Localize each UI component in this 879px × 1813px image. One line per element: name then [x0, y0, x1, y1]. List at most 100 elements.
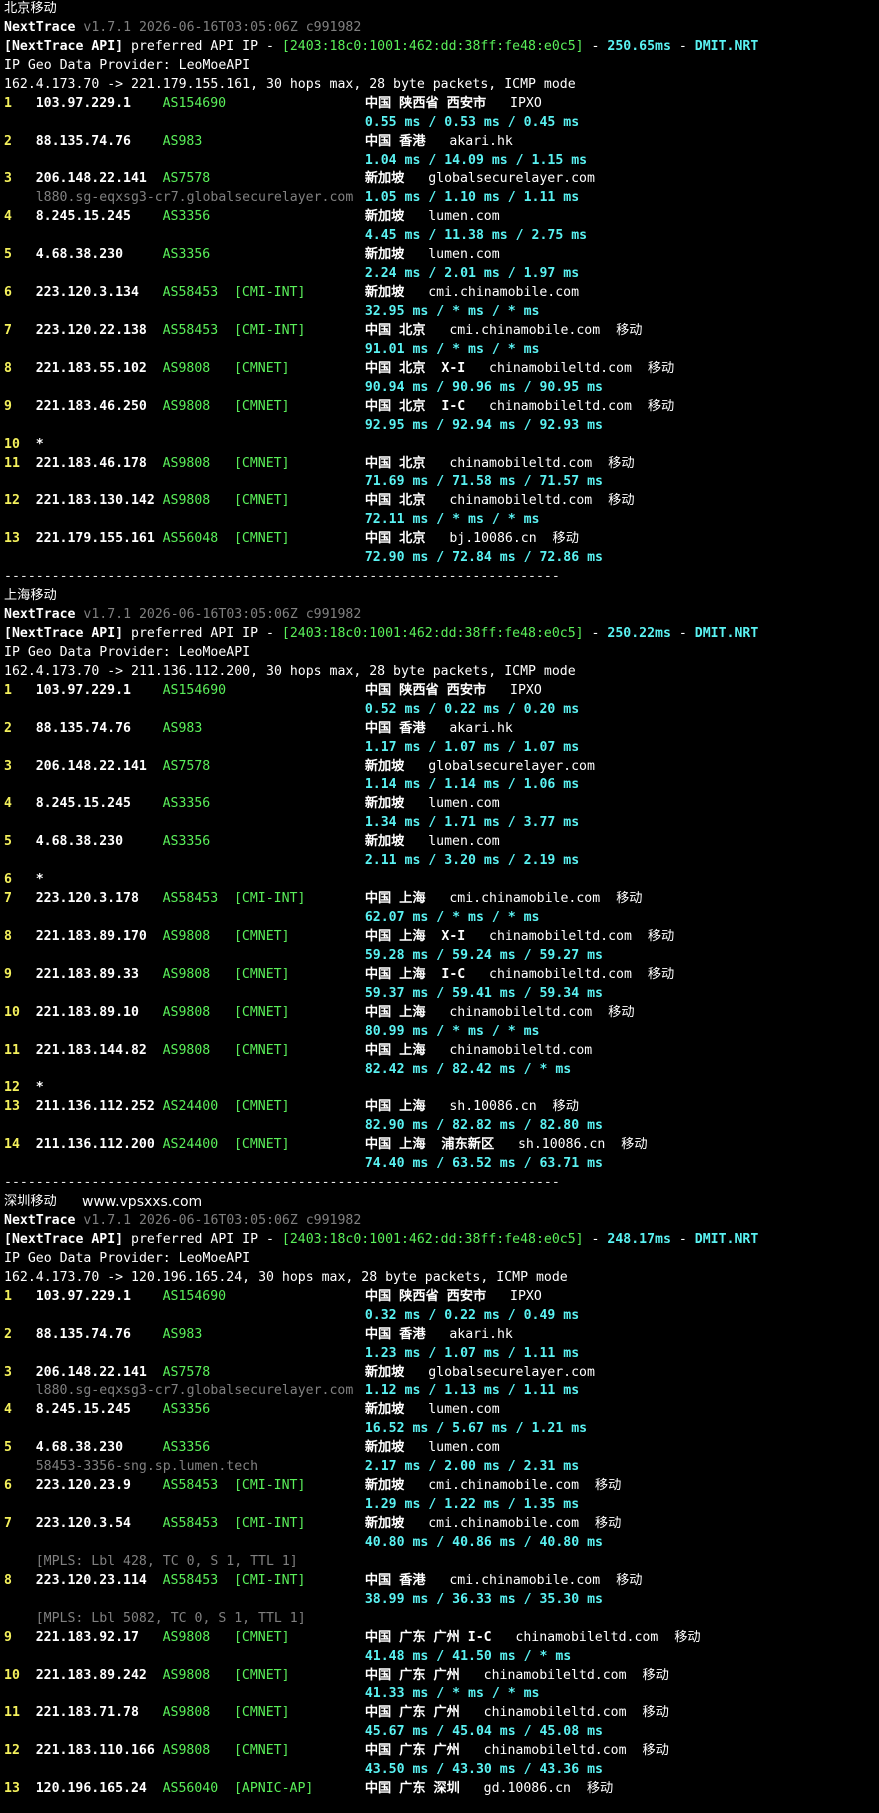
hop-rtt-row: 91.01 ms / * ms / * ms [4, 341, 879, 360]
hop-asn: AS9808 [162, 360, 211, 376]
geo-provider-line: IP Geo Data Provider: LeoMoeAPI [4, 57, 879, 76]
hop-rtt: 92.95 ms / 92.94 ms / 92.93 ms [364, 417, 603, 433]
hop-geo: 中国 广东 广州 [364, 1705, 460, 1721]
hop-geo: 中国 北京 [364, 322, 426, 338]
hop-asn: AS3356 [162, 796, 211, 812]
hop-asn: AS9808 [162, 455, 211, 471]
hop-asn: AS983 [162, 133, 203, 149]
hop-rtt: 0.55 ms / 0.53 ms / 0.45 ms [364, 114, 580, 130]
hop-geo: 中国 上海 I-C [364, 966, 466, 982]
hop-rtt-row: 38.99 ms / 36.33 ms / 35.30 ms [4, 1591, 879, 1610]
hop-rtt-row: 0.52 ms / 0.22 ms / 0.20 ms [4, 701, 879, 720]
hop-row: 6 * [4, 871, 879, 890]
hop-domain: globalsecurelayer.com [404, 1364, 595, 1380]
hop-row: 9 221.183.89.33 AS9808 [CMNET] 中国 上海 I-C chi… [4, 966, 879, 985]
api-dash-2: - [670, 1231, 695, 1247]
hop-domain: chinamobileltd.com [459, 1667, 627, 1683]
hop-rtt: 41.48 ms / 41.50 ms / * ms [364, 1648, 572, 1664]
hop-location: 中国 上海 sh.10086.cn 移动 [365, 1098, 579, 1117]
hop-number: 14 [4, 1137, 20, 1153]
hop-isp: 移动 [570, 1781, 614, 1797]
api-text: preferred API IP - [123, 1231, 282, 1247]
hop-rtt: 40.80 ms / 40.86 ms / 40.80 ms [364, 1534, 603, 1550]
hop-domain: cmi.chinamobile.com [404, 1478, 580, 1494]
hop-geo: 中国 广东 深圳 [364, 1781, 460, 1797]
hop-ip: 221.179.155.161 [35, 531, 155, 547]
hop-rtt-row: 41.33 ms / * ms / * ms [4, 1685, 879, 1704]
hop-location: 新加坡 lumen.com [365, 246, 500, 265]
hop-rtt-row: 59.28 ms / 59.24 ms / 59.27 ms [4, 947, 879, 966]
hop-rtt: 90.94 ms / 90.96 ms / 90.95 ms [364, 379, 603, 395]
hop-asn: AS154690 [162, 1288, 227, 1304]
hop-rtt-row: 59.37 ms / 59.41 ms / 59.34 ms [4, 985, 879, 1004]
hop-location: 新加坡 globalsecurelayer.com [365, 170, 595, 189]
hop-row: 8 221.183.89.170 AS9808 [CMNET] 中国 上海 X-I ch… [4, 928, 879, 947]
hop-network-tag: [CMI-INT] [233, 322, 306, 338]
hop-number: 6 [4, 872, 12, 888]
hop-domain: chinamobileltd.com [459, 1743, 627, 1759]
app-name: NextTrace [4, 1213, 76, 1228]
hop-isp: 移动 [626, 1667, 669, 1683]
hop-rtt-row: 45.67 ms / 45.04 ms / 45.08 ms [4, 1723, 879, 1742]
hop-number: 8 [4, 928, 12, 944]
hop-domain: chinamobileltd.com [465, 360, 632, 376]
hop-rtt: 1.14 ms / 1.14 ms / 1.06 ms [364, 777, 580, 793]
hop-domain: lumen.com [404, 1440, 500, 1456]
hop-rtt: 0.52 ms / 0.22 ms / 0.20 ms [364, 701, 580, 717]
hop-geo: 新加坡 [364, 758, 405, 774]
hop-number: 9 [4, 1629, 12, 1645]
hop-location: 中国 北京 cmi.chinamobile.com 移动 [365, 322, 643, 341]
hop-row: 13 221.179.155.161 AS56048 [CMNET] 中国 北京 bj.… [4, 530, 879, 549]
hop-asn: AS3356 [162, 834, 211, 850]
hop-row: 9 221.183.92.17 AS9808 [CMNET] 中国 广东 广州 I-C … [4, 1629, 879, 1648]
hop-asn: AS58453 [162, 1516, 219, 1531]
hop-rtt: 72.11 ms / * ms / * ms [364, 512, 540, 528]
hop-geo: 中国 北京 X-I [364, 360, 466, 376]
hop-number: 6 [4, 285, 12, 301]
hop-row: 8 221.183.55.102 AS9808 [CMNET] 中国 北京 X-I ch… [4, 360, 879, 379]
version-line: NextTrace v1.7.1 2026-06-16T03:05:06Z c9… [4, 1212, 879, 1231]
hop-geo: 中国 北京 [364, 493, 426, 509]
hop-location: 中国 香港 cmi.chinamobile.com 移动 [365, 1572, 643, 1591]
hop-number: 7 [4, 322, 12, 338]
hop-row: 4 8.245.15.245 AS3356 新加坡 lumen.com [4, 795, 879, 814]
hop-rtt-row: l880.sg-eqxsg3-cr7.globalsecurelayer.com… [4, 1382, 879, 1401]
hop-number: 7 [4, 891, 12, 907]
api-ip: [2403:18c0:1001:462:dd:38ff:fe48:e0c5] [281, 38, 584, 54]
hop-row: 1 103.97.229.1 AS154690 中国 陕西省 西安市 IPXO [4, 682, 879, 701]
hop-asn: AS9808 [162, 1629, 211, 1645]
hop-network-tag: [CMNET] [233, 1137, 290, 1153]
hop-rtt-row: 90.94 ms / 90.96 ms / 90.95 ms [4, 379, 879, 398]
api-latency: 250.65ms [607, 38, 671, 54]
hop-network-tag: [CMI-INT] [233, 1478, 306, 1494]
hop-rtt: 80.99 ms / * ms / * ms [364, 1023, 540, 1039]
section-title-line: 上海移动 [4, 587, 879, 606]
hop-row: 7 223.120.22.138 AS58453 [CMI-INT] 中国 北京 cmi… [4, 322, 879, 341]
hop-location: 中国 香港 akari.hk [365, 720, 513, 739]
api-dash: - [583, 625, 608, 641]
hop-location: 中国 陕西省 西安市 IPXO [365, 95, 542, 114]
hop-rtt: 45.67 ms / 45.04 ms / 45.08 ms [364, 1724, 603, 1740]
hop-ip: 223.120.3.178 [35, 891, 139, 907]
hop-rtt: 1.12 ms / 1.13 ms / 1.11 ms [364, 1383, 580, 1399]
hop-ip: 4.68.38.230 [35, 1440, 124, 1456]
hop-rdns: l880.sg-eqxsg3-cr7.globalsecurelayer.com [35, 190, 354, 206]
hop-network-tag: [CMNET] [233, 928, 290, 944]
hop-row: 7 223.120.3.178 AS58453 [CMI-INT] 中国 上海 cmi.… [4, 890, 879, 909]
hop-ip: 221.183.71.78 [35, 1705, 139, 1721]
hop-rtt-row: 2.24 ms / 2.01 ms / 1.97 ms [4, 265, 879, 284]
hop-domain: cmi.chinamobile.com [425, 322, 601, 338]
hop-geo: 新加坡 [364, 1516, 405, 1531]
hop-number: 2 [4, 133, 12, 149]
hop-row: 2 88.135.74.76 AS983 中国 香港 akari.hk [4, 133, 879, 152]
hop-isp: 移动 [605, 1137, 648, 1153]
hop-row: 11 221.183.144.82 AS9808 [CMNET] 中国 上海 china… [4, 1042, 879, 1061]
hop-row: 5 4.68.38.230 AS3356 新加坡 lumen.com [4, 833, 879, 852]
api-text: preferred API IP - [123, 38, 282, 54]
hop-number: 12 [4, 493, 20, 509]
hop-network-tag: [CMNET] [233, 398, 290, 414]
hop-ip: 8.245.15.245 [35, 1402, 131, 1418]
hop-location: 中国 香港 akari.hk [365, 1326, 513, 1345]
hop-number: 1 [4, 682, 12, 698]
hop-mpls: [MPLS: Lbl 5082, TC 0, S 1, TTL 1] [35, 1610, 306, 1626]
